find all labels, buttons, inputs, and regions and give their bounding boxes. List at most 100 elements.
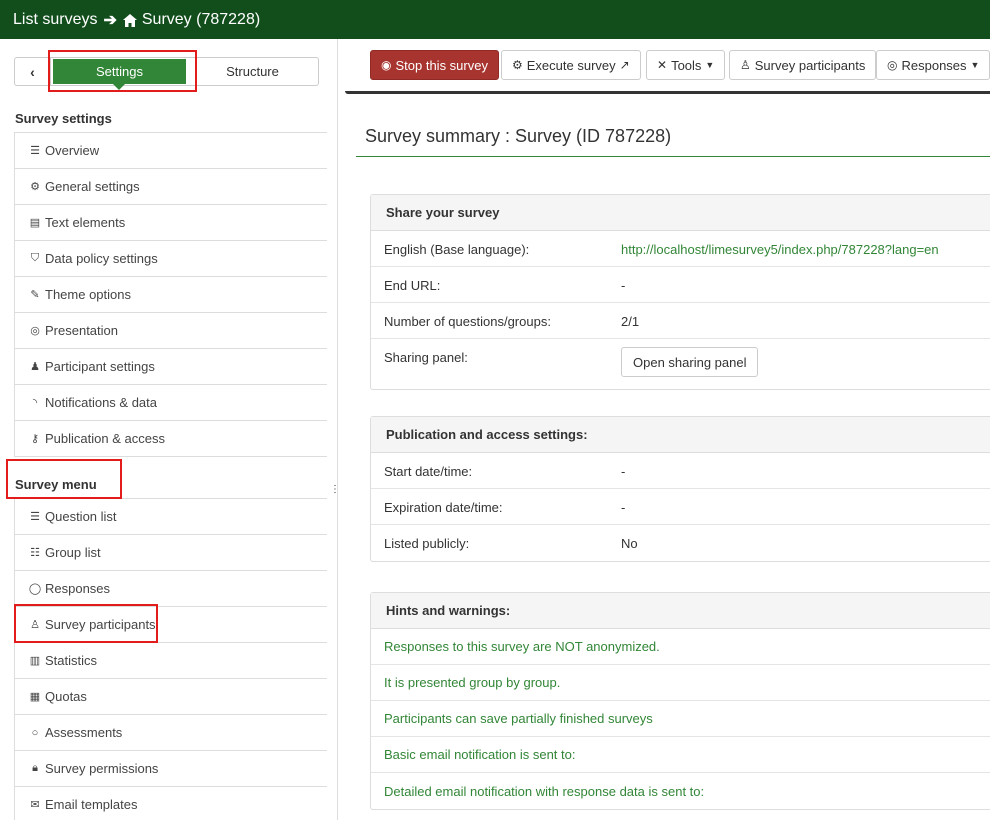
tasks-icon: ▦ <box>29 691 41 703</box>
responses-dropdown-button[interactable]: ◎ Responses ▼ <box>876 50 990 80</box>
sidebar-item-question-list[interactable]: ☰ Question list <box>14 499 327 535</box>
cog-icon: ⚙ <box>512 58 523 72</box>
sidebar-item-group-list[interactable]: ☷ Group list <box>14 535 327 571</box>
sidebar-item-label: Responses <box>45 581 111 596</box>
sidebar-item-participant-settings[interactable]: ♟ Participant settings <box>14 349 327 385</box>
open-sharing-panel-button[interactable]: Open sharing panel <box>621 347 759 377</box>
sidebar-item-theme-options[interactable]: ✎ Theme options <box>14 277 327 313</box>
sidebar-item-assessments[interactable]: ○ Assessments <box>14 715 327 751</box>
execute-survey-label: Execute survey <box>526 57 616 73</box>
sidebar-item-general-settings[interactable]: ⚙ General settings <box>14 169 327 205</box>
arrow-right-icon: ➔ <box>103 11 117 29</box>
publication-row-start-date: Start date/time: - <box>371 453 990 489</box>
rss-icon: ◝ <box>32 397 38 409</box>
hint-item: Participants can save partially finished… <box>371 701 990 737</box>
row-value: No <box>621 536 638 551</box>
row-label: English (Base language): <box>384 242 530 257</box>
survey-url-link[interactable]: http://localhost/limesurvey5/index.php/7… <box>621 242 939 257</box>
share-row-base-language: English (Base language): http://localhos… <box>371 231 990 267</box>
sidebar-item-label: Question list <box>45 509 117 524</box>
row-label: End URL: <box>384 278 441 293</box>
sidebar-item-label: Text elements <box>45 215 126 230</box>
sidebar-item-publication-access[interactable]: ⚷ Publication & access <box>14 421 327 457</box>
sidebar-item-email-templates[interactable]: ✉ Email templates <box>14 787 327 820</box>
breadcrumb-list-surveys[interactable]: List surveys <box>13 11 97 29</box>
list-icon: ☰ <box>30 145 40 157</box>
sidebar-item-label: Notifications & data <box>45 395 158 410</box>
hint-item: Detailed email notification with respons… <box>384 783 705 799</box>
sidebar-item-label: Statistics <box>45 653 98 668</box>
row-label: Number of questions/groups: <box>384 314 551 329</box>
row-value: 2/1 <box>621 314 640 329</box>
highlight-survey-participants <box>14 604 158 643</box>
page-title: Survey summary : Survey (ID 787228) <box>365 126 672 146</box>
share-survey-heading: Share your survey <box>371 195 990 231</box>
file-text-icon: ▤ <box>29 217 41 229</box>
sidebar-item-label: Publication & access <box>45 431 165 446</box>
tools-label: Tools <box>671 57 702 73</box>
publication-row-listed-publicly: Listed publicly: No <box>371 525 990 561</box>
collapse-sidebar-button[interactable]: ‹ <box>15 58 51 85</box>
row-label: Sharing panel: <box>384 350 468 365</box>
paint-brush-icon: ✎ <box>30 289 40 301</box>
sidebar-item-label: Theme options <box>45 287 131 302</box>
highlight-settings-tab <box>48 50 197 92</box>
tools-dropdown-button[interactable]: ✕ Tools ▼ <box>646 50 726 80</box>
sidebar-item-label: Overview <box>45 143 100 158</box>
breadcrumb-survey[interactable]: Survey (787228) <box>142 11 260 29</box>
sidebar-item-label: Assessments <box>45 725 123 740</box>
hint-item: It is presented group by group. <box>371 665 990 701</box>
publication-access-heading: Publication and access settings: <box>371 417 990 453</box>
user-icon: ♙ <box>740 58 751 72</box>
row-value: - <box>621 278 626 293</box>
sidebar-item-label: General settings <box>45 179 140 194</box>
stop-circle-icon: ◉ <box>381 58 392 72</box>
share-row-sharing-panel: Sharing panel: Open sharing panel <box>371 339 990 389</box>
sidebar-item-survey-permissions[interactable]: 🔒︎ Survey permissions <box>14 751 327 787</box>
sidebar-resize-handle[interactable]: ⋮ <box>330 485 340 500</box>
sidebar-item-notifications[interactable]: ◝ Notifications & data <box>14 385 327 421</box>
sidebar-item-label: Group list <box>45 545 101 560</box>
row-label: Listed publicly: <box>384 536 470 551</box>
sidebar-item-label: Data policy settings <box>45 251 158 266</box>
sidebar-item-label: Presentation <box>45 323 118 338</box>
row-value: - <box>621 464 626 479</box>
bar-chart-icon: ▥ <box>29 655 41 667</box>
highlight-survey-menu <box>6 459 122 499</box>
share-row-questions-groups: Number of questions/groups: 2/1 <box>371 303 990 339</box>
caret-down-icon: ▼ <box>705 60 715 70</box>
sidebar-item-label: Quotas <box>45 689 87 704</box>
execute-survey-button[interactable]: ⚙ Execute survey ↗ <box>501 50 641 80</box>
comments-icon: ◎ <box>887 58 898 72</box>
sidebar-item-label: Email templates <box>45 797 138 812</box>
comment-o-icon: ○ <box>31 726 39 739</box>
wrench-icon: ✕ <box>657 58 668 72</box>
row-label: Start date/time: <box>384 464 473 479</box>
title-underline <box>356 156 990 157</box>
sidebar-item-data-policy[interactable]: ⛉ Data policy settings <box>14 241 327 277</box>
sidebar-item-responses[interactable]: ◯ Responses <box>14 571 327 607</box>
sidebar-item-quotas[interactable]: ▦ Quotas <box>14 679 327 715</box>
sidebar-item-presentation[interactable]: ◎ Presentation <box>14 313 327 349</box>
sidebar-item-overview[interactable]: ☰ Overview <box>14 133 327 169</box>
sidebar-item-label: Participant settings <box>45 359 155 374</box>
share-row-end-url: End URL: - <box>371 267 990 303</box>
sidebar-item-label: Survey permissions <box>45 761 159 776</box>
top-breadcrumb-bar: List surveys ➔ Survey (787228) <box>0 0 990 39</box>
key-icon: ⚷ <box>30 433 40 445</box>
survey-participants-label: Survey participants <box>754 57 866 73</box>
survey-participants-button[interactable]: ♙ Survey participants <box>729 50 877 80</box>
list-icon: ☰ <box>30 511 40 523</box>
hint-item: Responses to this survey are NOT anonymi… <box>371 629 990 665</box>
survey-settings-heading: Survey settings <box>15 111 112 126</box>
sidebar-item-statistics[interactable]: ▥ Statistics <box>14 643 327 679</box>
survey-menu-list: ☰ Question list ☷ Group list ◯ Responses ♙ S… <box>14 498 327 820</box>
row-label: Expiration date/time: <box>384 500 503 515</box>
sidebar: ‹ Settings Structure Survey settings ☰ Ov… <box>0 39 330 820</box>
stop-survey-button[interactable]: ◉ Stop this survey <box>370 50 499 80</box>
sidebar-item-text-elements[interactable]: ▤ Text elements <box>14 205 327 241</box>
tab-structure[interactable]: Structure <box>187 59 318 84</box>
stop-survey-label: Stop this survey <box>395 57 488 73</box>
external-link-icon: ↗ <box>619 58 630 72</box>
share-survey-panel: Share your survey English (Base language… <box>370 194 990 390</box>
